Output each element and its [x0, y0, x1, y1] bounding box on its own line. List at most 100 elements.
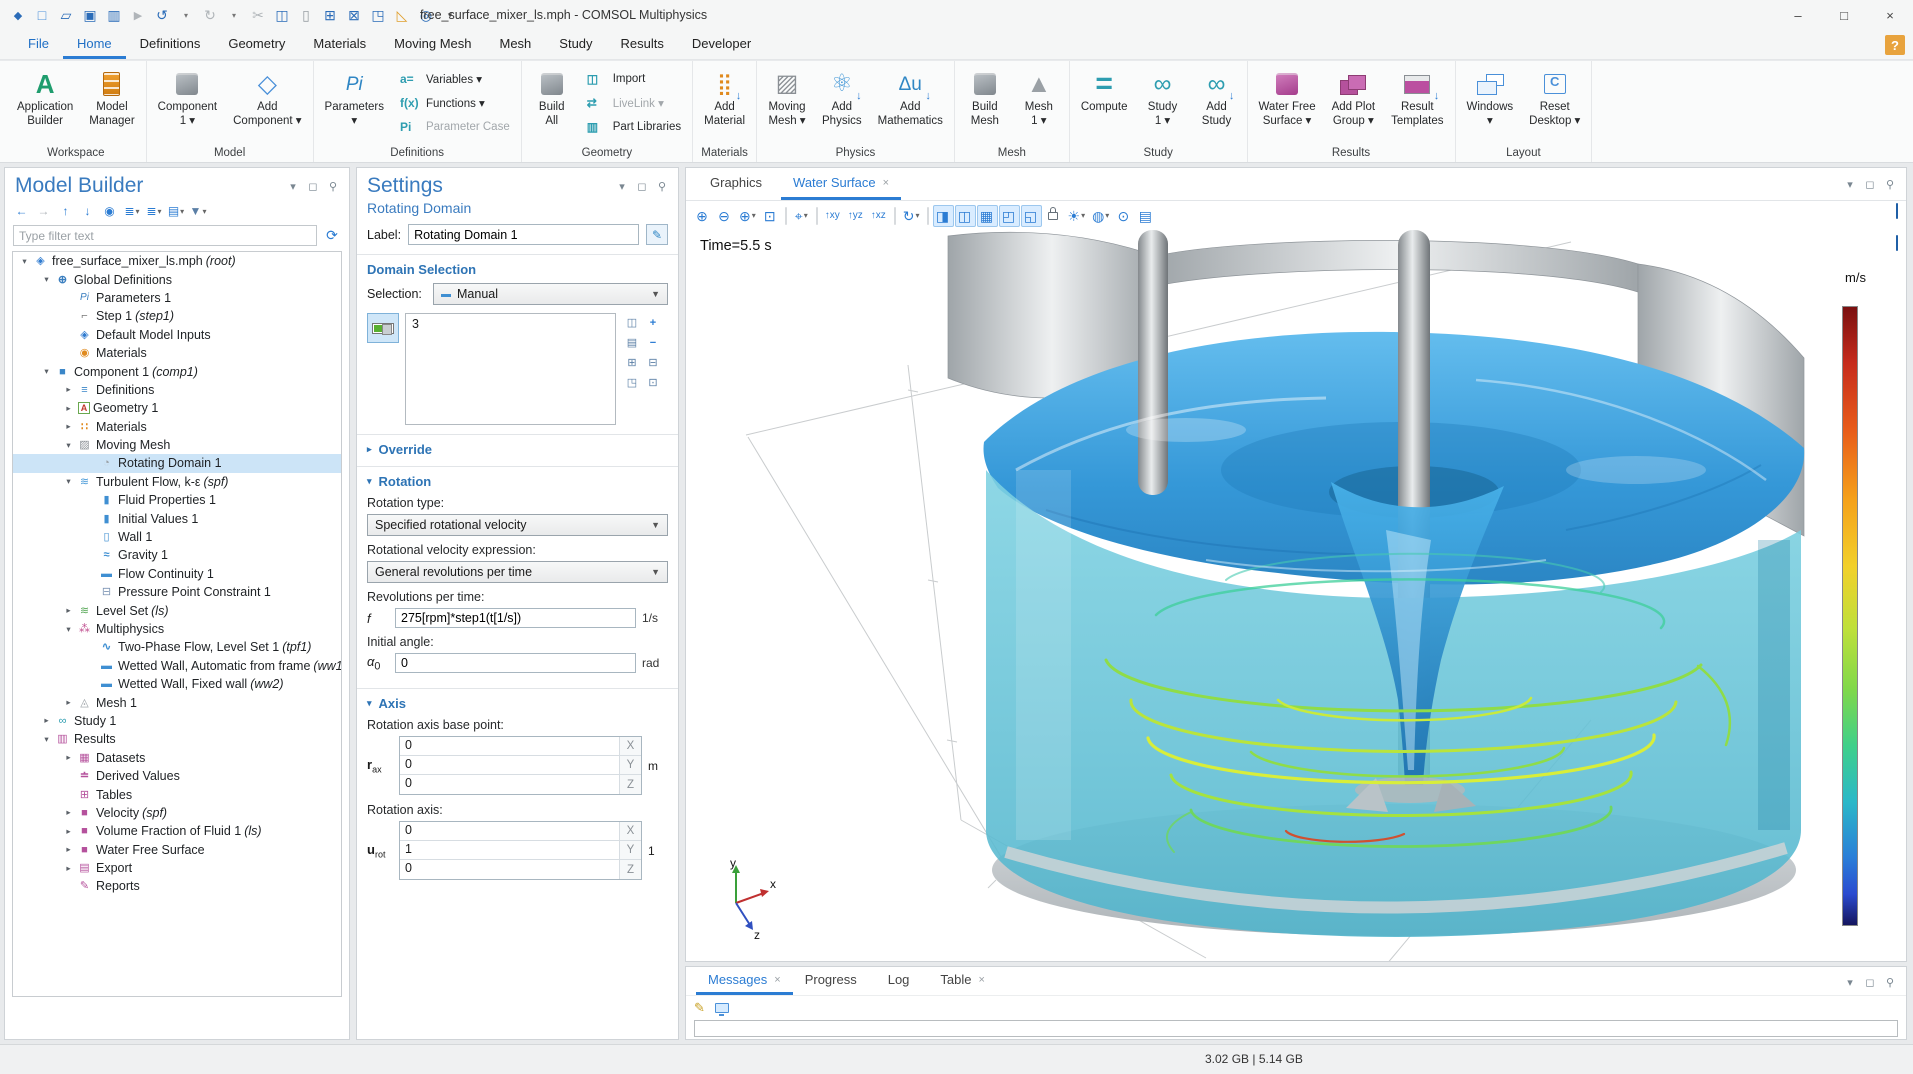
- bottom-panel-tab[interactable]: Table×: [928, 967, 997, 995]
- redo-icon[interactable]: ↻: [198, 3, 222, 27]
- paste-icon[interactable]: ▯: [294, 3, 318, 27]
- tree-item-multiphysics[interactable]: ▾ ⁂ Multiphysics: [13, 620, 341, 638]
- expand-arrow-icon[interactable]: ▾: [61, 440, 76, 451]
- reset-desktop-button[interactable]: CResetDesktop ▾: [1521, 63, 1588, 130]
- tree-item-water-free-surface[interactable]: ▸ ■ Water Free Surface: [13, 841, 341, 859]
- result-templates-button[interactable]: ↓ResultTemplates: [1383, 63, 1451, 130]
- rotation-section-header[interactable]: ▾Rotation: [367, 474, 668, 489]
- compute-button[interactable]: =Compute: [1073, 63, 1136, 130]
- filter-funnel-icon[interactable]: ▼▾: [189, 202, 207, 220]
- model-manager-button[interactable]: ModelManager: [81, 63, 142, 130]
- rotation-type-dropdown[interactable]: Specified rotational velocity▼: [367, 514, 668, 536]
- pin-panel-icon[interactable]: ⚲: [325, 178, 341, 194]
- zoom-out-icon[interactable]: ⊖: [714, 205, 735, 227]
- expand-arrow-icon[interactable]: ▸: [61, 384, 76, 395]
- panel-menu-icon[interactable]: ▾: [1842, 176, 1858, 192]
- minimize-button[interactable]: –: [1775, 0, 1821, 30]
- ribbon-tab[interactable]: Mesh: [485, 30, 545, 59]
- save-as-icon[interactable]: ▥: [102, 3, 126, 27]
- import-button[interactable]: ◫Import: [579, 67, 689, 91]
- ribbon-tab[interactable]: Moving Mesh: [380, 30, 485, 59]
- run-icon[interactable]: ▶: [126, 3, 150, 27]
- bottom-panel-tab[interactable]: Messages×: [696, 967, 793, 995]
- expand-arrow-icon[interactable]: ▸: [61, 605, 76, 616]
- tree-item-default-model-inputs[interactable]: ◈ Default Model Inputs: [13, 326, 341, 344]
- create-selection-icon[interactable]: ⊞: [622, 353, 642, 372]
- ribbon-tab[interactable]: Geometry: [214, 30, 299, 59]
- vector-input-row[interactable]: 0Y: [400, 756, 641, 775]
- rotate-camera-icon[interactable]: ↻▾: [900, 205, 923, 227]
- tree-item-component-1[interactable]: ▾ ■ Component 1 (comp1): [13, 362, 341, 380]
- refresh-tree-icon[interactable]: ⟳: [323, 227, 341, 245]
- expand-arrow-icon[interactable]: ▾: [39, 274, 54, 285]
- windows-button[interactable]: Windows▾: [1459, 63, 1522, 130]
- scene-windows-icon[interactable]: ◫: [955, 205, 976, 227]
- tree-item-results[interactable]: ▾ ▥ Results: [13, 730, 341, 748]
- expand-arrow-icon[interactable]: ▸: [61, 807, 76, 818]
- tree-item-datasets[interactable]: ▸ ▦ Datasets: [13, 749, 341, 767]
- velocity-expression-dropdown[interactable]: General revolutions per time▼: [367, 561, 668, 583]
- bottom-panel-tab[interactable]: Log: [876, 967, 929, 995]
- vector-input-row[interactable]: 0Z: [400, 775, 641, 794]
- collapse-all-icon[interactable]: ≣▾: [145, 202, 163, 220]
- lock-camera-icon[interactable]: [1043, 205, 1064, 227]
- move-up-icon[interactable]: ↑: [57, 202, 75, 220]
- split-view-icon[interactable]: ◰: [999, 205, 1020, 227]
- cut-icon[interactable]: ✂: [246, 3, 270, 27]
- move-down-icon[interactable]: ↓: [79, 202, 97, 220]
- view-xz-icon[interactable]: ↑xz: [868, 205, 890, 227]
- tree-item-flow-continuity-1[interactable]: ▬ Flow Continuity 1: [13, 565, 341, 583]
- ribbon-tab[interactable]: Materials: [299, 30, 380, 59]
- add-mathematics-button[interactable]: Δu↓AddMathematics: [870, 63, 951, 130]
- close-tab-icon[interactable]: ×: [979, 974, 985, 986]
- new-file-icon[interactable]: □: [30, 3, 54, 27]
- expand-arrow-icon[interactable]: ▾: [17, 256, 32, 267]
- plot-corner-icon[interactable]: [1896, 235, 1898, 251]
- paste-selection-icon[interactable]: ▤: [622, 333, 642, 352]
- tree-item-definitions[interactable]: ▸ ≡ Definitions: [13, 381, 341, 399]
- expand-arrow-icon[interactable]: ▸: [61, 403, 76, 414]
- tree-item-wetted-wall-2[interactable]: ▬ Wetted Wall, Fixed wall (ww2): [13, 675, 341, 693]
- tree-item-gravity-1[interactable]: ≈ Gravity 1: [13, 546, 341, 564]
- selection-list[interactable]: 3: [405, 313, 616, 425]
- selection-dropdown[interactable]: ▬ Manual ▼: [433, 283, 668, 305]
- expand-arrow-icon[interactable]: ▾: [39, 366, 54, 377]
- variables-button[interactable]: a=Variables ▾: [392, 67, 518, 91]
- select-box-icon[interactable]: ◳: [622, 373, 642, 392]
- tree-item-wall-1[interactable]: ▯ Wall 1: [13, 528, 341, 546]
- expand-arrow-icon[interactable]: ▸: [39, 715, 54, 726]
- add-physics-button[interactable]: ⚛↓AddPhysics: [814, 63, 870, 130]
- tree-item-fluid-properties-1[interactable]: ▮ Fluid Properties 1: [13, 491, 341, 509]
- float-panel-icon[interactable]: ◻: [1862, 974, 1878, 990]
- close-tab-icon[interactable]: ×: [774, 974, 780, 986]
- expand-arrow-icon[interactable]: ▸: [61, 697, 76, 708]
- tree-filter-input[interactable]: [13, 225, 317, 246]
- livelink-button[interactable]: ⇄LiveLink ▾: [579, 91, 689, 115]
- graphics-tab[interactable]: Graphics: [698, 168, 781, 200]
- zoom-extents-icon[interactable]: ⊡: [760, 205, 781, 227]
- back-icon[interactable]: ←: [13, 202, 31, 220]
- tree-item-volume-fraction[interactable]: ▸ ■ Volume Fraction of Fluid 1 (ls): [13, 822, 341, 840]
- expand-arrow-icon[interactable]: ▸: [61, 844, 76, 855]
- pin-panel-icon[interactable]: ⚲: [1882, 974, 1898, 990]
- close-tab-icon[interactable]: ×: [883, 177, 889, 189]
- duplicate-icon[interactable]: ⊞: [318, 3, 342, 27]
- functions-button[interactable]: f(x)Functions ▾: [392, 91, 518, 115]
- expand-arrow-icon[interactable]: ▸: [61, 752, 76, 763]
- rename-label-button[interactable]: ✎: [646, 224, 668, 245]
- save-icon[interactable]: ▣: [78, 3, 102, 27]
- zoom-in-icon[interactable]: ⊕: [692, 205, 713, 227]
- tree-item-parameters-1[interactable]: Pi Parameters 1: [13, 289, 341, 307]
- forward-icon[interactable]: →: [35, 202, 53, 220]
- undo-dropdown-icon[interactable]: ▾: [174, 3, 198, 27]
- tree-item-wetted-wall-1[interactable]: ▬ Wetted Wall, Automatic from frame (ww1…: [13, 657, 341, 675]
- ribbon-tab[interactable]: Developer: [678, 30, 765, 59]
- show-grid-icon[interactable]: ▦: [977, 205, 998, 227]
- panel-menu-icon[interactable]: ▾: [614, 178, 630, 194]
- select-box-icon[interactable]: ◳: [366, 3, 390, 27]
- pin-panel-icon[interactable]: ⚲: [654, 178, 670, 194]
- tree-item-materials[interactable]: ▸ ∷ Materials: [13, 418, 341, 436]
- override-section-header[interactable]: ▸Override: [367, 442, 668, 457]
- active-selection-toggle[interactable]: [367, 313, 399, 343]
- maximize-button[interactable]: □: [1821, 0, 1867, 30]
